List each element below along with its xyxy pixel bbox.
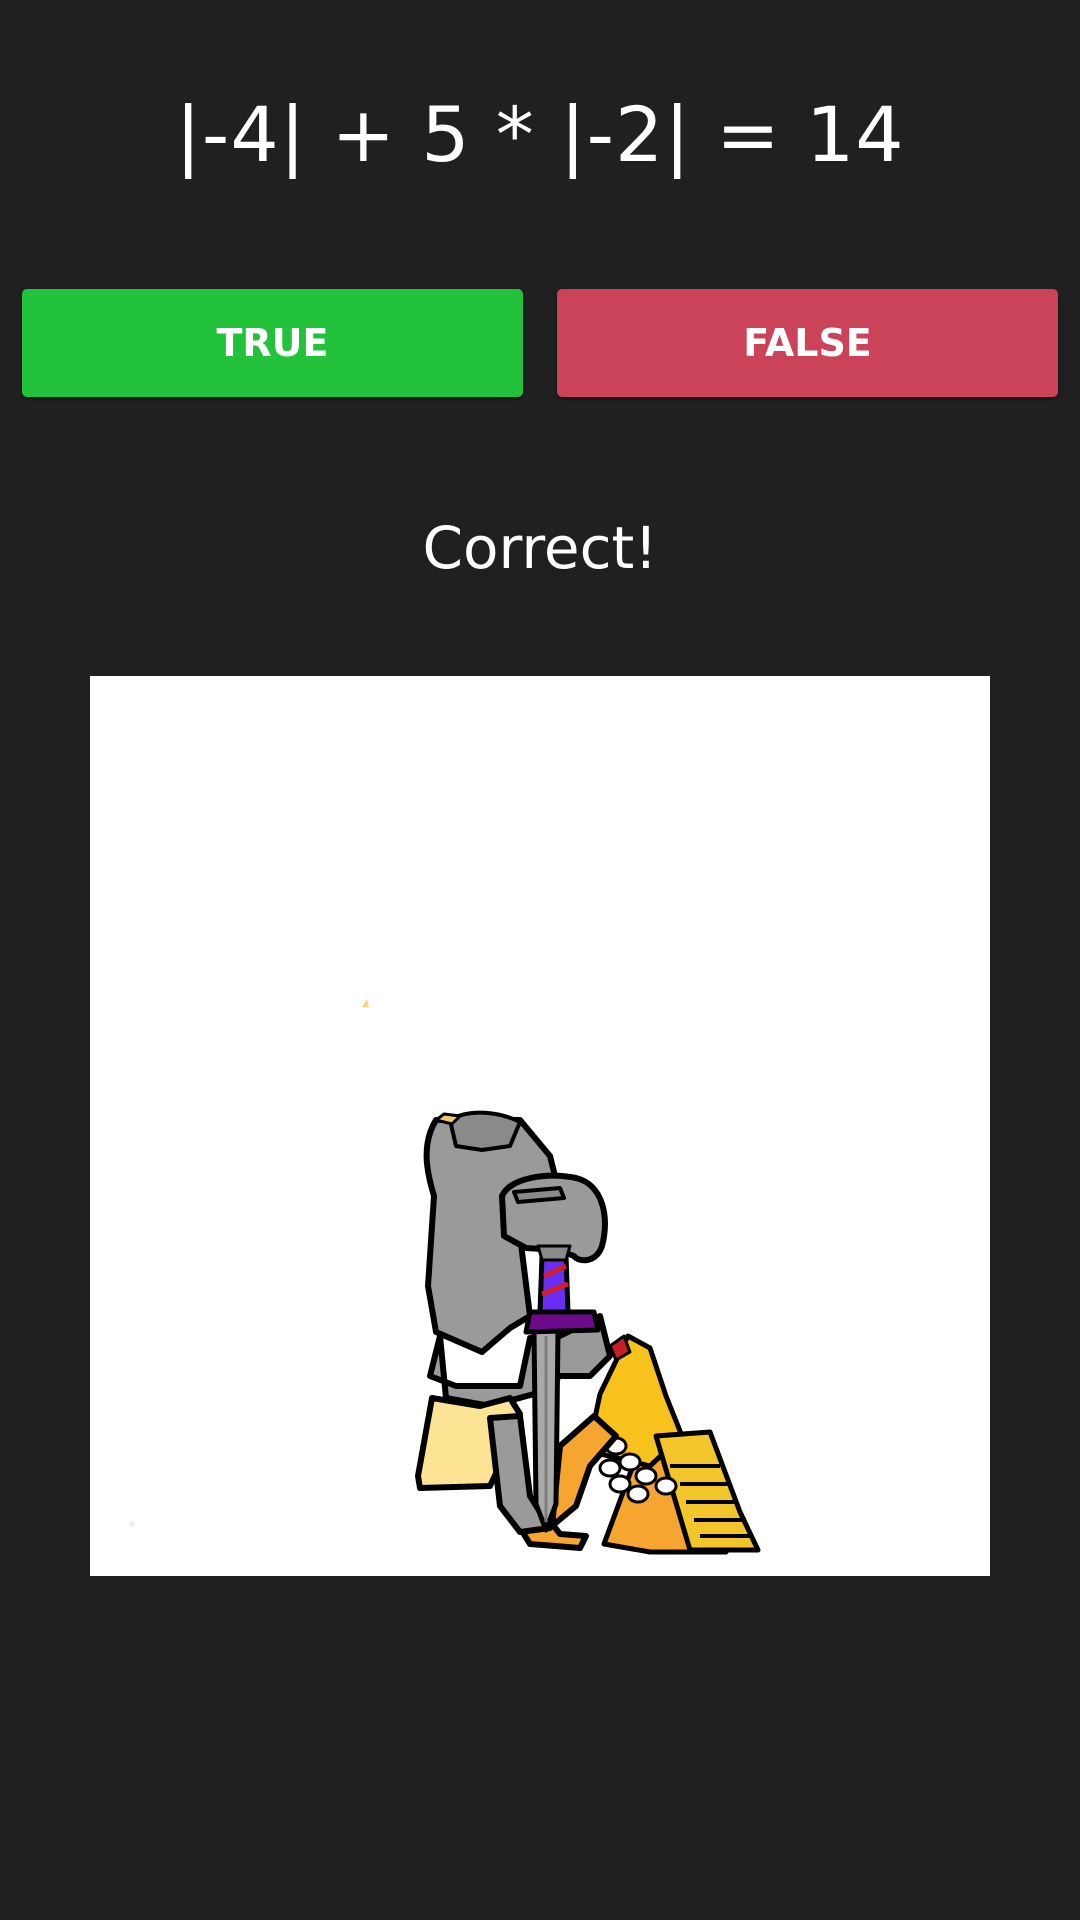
true-button[interactable]: TRUE bbox=[22, 289, 523, 397]
equation-text: |-4| + 5 * |-2| = 14 bbox=[175, 90, 905, 179]
reward-image-panel bbox=[90, 676, 990, 1576]
knight-treasure-illustration bbox=[129, 999, 761, 1555]
false-button[interactable]: FALSE bbox=[557, 289, 1058, 397]
treasure-pile bbox=[585, 1333, 761, 1555]
result-message: Correct! bbox=[422, 514, 658, 582]
